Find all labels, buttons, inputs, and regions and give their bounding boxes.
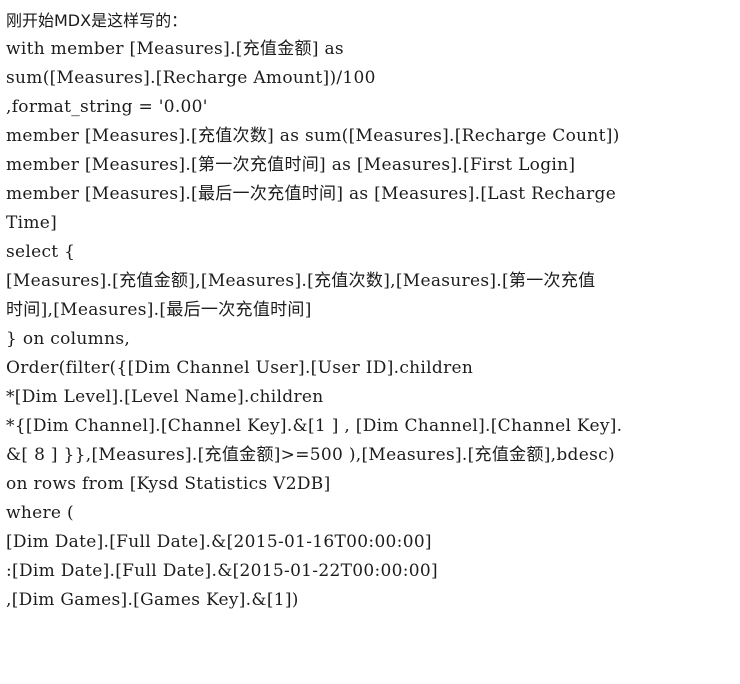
code-line: [Measures].[充值金额],[Measures].[充值次数],[Mea… — [6, 271, 596, 291]
code-line: select { — [6, 242, 76, 262]
code-line: sum([Measures].[Recharge Amount])/100 — [6, 68, 376, 88]
code-line: on rows from [Kysd Statistics V2DB] — [6, 474, 331, 494]
code-line: 时间],[Measures].[最后一次充值时间] — [6, 300, 312, 320]
code-line: ,[Dim Games].[Games Key].&[1]) — [6, 590, 299, 610]
code-line: *[Dim Level].[Level Name].children — [6, 387, 324, 407]
code-line: [Dim Date].[Full Date].&[2015-01-16T00:0… — [6, 532, 432, 552]
code-line: Order(filter({[Dim Channel User].[User I… — [6, 358, 474, 378]
document-page: 刚开始MDX是这样写的： with member [Measures].[充值金… — [0, 0, 740, 684]
mdx-text-block: 刚开始MDX是这样写的： with member [Measures].[充值金… — [6, 6, 736, 615]
code-line: member [Measures].[最后一次充值时间] as [Measure… — [6, 184, 617, 204]
code-line: *{[Dim Channel].[Channel Key].&[1 ] , [D… — [6, 416, 623, 436]
code-line: ,format_string = '0.00' — [6, 97, 208, 117]
code-line: } on columns, — [6, 329, 131, 349]
intro-text: 刚开始MDX是这样写的： — [6, 11, 188, 30]
code-line: &[ 8 ] }},[Measures].[充值金额]>=500 ),[Meas… — [6, 445, 615, 465]
code-line: :[Dim Date].[Full Date].&[2015-01-22T00:… — [6, 561, 438, 581]
code-line: with member [Measures].[充值金额] as — [6, 39, 344, 59]
code-line: where ( — [6, 503, 74, 523]
code-line: Time] — [6, 213, 58, 233]
code-line: member [Measures].[充值次数] as sum([Measure… — [6, 126, 620, 146]
code-line: member [Measures].[第一次充值时间] as [Measures… — [6, 155, 576, 175]
